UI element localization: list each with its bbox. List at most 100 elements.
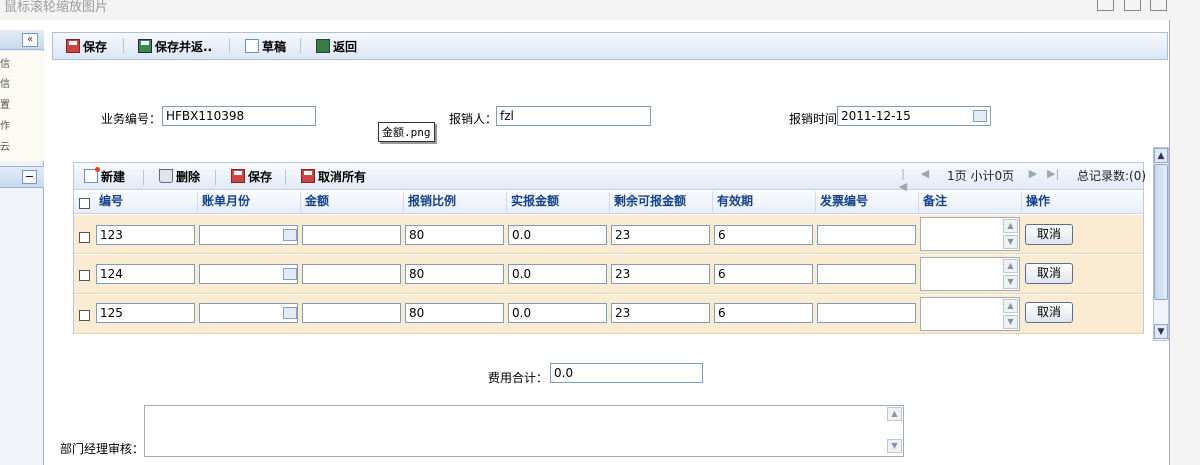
sidebar-item[interactable]: 作 [0, 117, 10, 132]
close-icon[interactable] [1150, 0, 1167, 11]
sidebar-collapse-button[interactable]: « [22, 33, 38, 47]
toolbar-divider [300, 38, 301, 53]
column-header[interactable]: 金额 [301, 191, 404, 214]
calendar-icon[interactable] [973, 110, 987, 122]
grid-cancel-all-label: 取消所有 [318, 169, 367, 184]
column-header[interactable]: 备注 [919, 191, 1022, 214]
back-icon [316, 39, 330, 53]
scroll-up-icon[interactable]: ▲ [1003, 299, 1018, 313]
dept-manager-textarea[interactable] [144, 405, 904, 457]
row-ratio-input[interactable] [405, 225, 504, 245]
column-header[interactable]: 操作 [1022, 191, 1143, 214]
save-icon [66, 39, 80, 53]
window-title: 鼠标滚轮缩放图片 [4, 0, 109, 15]
column-header[interactable]: 发票编号 [816, 191, 919, 214]
reporter-input[interactable] [496, 106, 651, 126]
biz-no-label: 业务编号： [101, 112, 162, 126]
grid-cancel-all-button[interactable]: 取消所有 [301, 167, 366, 185]
row-actual-input[interactable] [508, 303, 607, 323]
column-header[interactable]: 报销比例 [404, 191, 507, 214]
date-label: 报销时间 [789, 112, 838, 126]
row-cancel-button[interactable]: 取消 [1025, 224, 1073, 245]
grid-save-button[interactable]: 保存 [231, 167, 272, 185]
row-invoice-input[interactable] [817, 303, 916, 323]
row-cancel-button[interactable]: 取消 [1025, 263, 1073, 284]
first-page-icon[interactable]: |◀ [897, 167, 909, 193]
save-return-icon [138, 39, 152, 53]
sidebar-item[interactable]: 云 [0, 138, 10, 153]
row-invoice-input[interactable] [817, 225, 916, 245]
restore-icon[interactable] [1097, 0, 1114, 11]
save-and-return-button[interactable]: 保存并返.. [138, 37, 212, 55]
grid-delete-button[interactable]: 删除 [159, 167, 200, 185]
scroll-up-icon[interactable]: ▲ [1003, 259, 1018, 273]
scrollbar-thumb[interactable] [1154, 164, 1168, 300]
row-actual-input[interactable] [508, 225, 607, 245]
row-no-input[interactable] [96, 225, 195, 245]
scroll-down-icon[interactable]: ▼ [1003, 275, 1018, 289]
column-header[interactable]: 编号 [95, 191, 198, 214]
dept-manager-label: 部门经理审核： [60, 442, 145, 456]
row-validity-input[interactable] [714, 225, 813, 245]
row-ratio-input[interactable] [405, 264, 504, 284]
draft-button[interactable]: 草稿 [245, 37, 286, 55]
select-all-checkbox[interactable] [79, 198, 90, 209]
sidebar-item[interactable]: 信 [0, 75, 10, 90]
row-no-input[interactable] [96, 264, 195, 284]
row-checkbox[interactable] [79, 270, 90, 281]
back-button[interactable]: 返回 [316, 37, 357, 55]
window-titlebar [0, 0, 1200, 20]
toolbar-divider [143, 170, 144, 185]
prev-page-icon[interactable]: ◀ [919, 167, 931, 183]
row-ratio-input[interactable] [405, 303, 504, 323]
trash-icon [159, 169, 173, 183]
grid-save-label: 保存 [248, 169, 273, 184]
date-input[interactable] [837, 106, 991, 126]
grid-delete-label: 删除 [176, 169, 201, 184]
scroll-down-icon[interactable]: ▼ [1003, 315, 1018, 329]
row-cancel-button[interactable]: 取消 [1025, 302, 1073, 323]
column-header[interactable]: 账单月份 [198, 191, 301, 214]
scroll-up-icon[interactable]: ▲ [887, 407, 902, 421]
row-checkbox[interactable] [79, 232, 90, 243]
row-remaining-input[interactable] [611, 225, 710, 245]
column-header[interactable]: 有效期 [713, 191, 816, 214]
last-page-icon[interactable]: ▶| [1047, 167, 1059, 183]
pager-text: 1页 小计0页 [947, 169, 1015, 183]
column-header[interactable]: 实报金额 [507, 191, 610, 214]
sidebar-toggle-button[interactable]: − [22, 170, 37, 184]
calendar-icon[interactable] [283, 229, 297, 241]
sidebar-item[interactable]: 信 [0, 55, 10, 70]
document-icon [245, 39, 259, 53]
calendar-icon[interactable] [283, 307, 297, 319]
row-remaining-input[interactable] [611, 264, 710, 284]
row-validity-input[interactable] [714, 303, 813, 323]
row-remaining-input[interactable] [611, 303, 710, 323]
toolbar-divider [229, 38, 230, 53]
row-validity-input[interactable] [714, 264, 813, 284]
maximize-icon[interactable] [1124, 0, 1141, 11]
scroll-up-icon[interactable]: ▲ [1154, 148, 1168, 163]
row-amount-input[interactable] [302, 225, 401, 245]
row-invoice-input[interactable] [817, 264, 916, 284]
scroll-down-icon[interactable]: ▼ [1003, 235, 1018, 249]
row-no-input[interactable] [96, 303, 195, 323]
total-label: 费用合计： [488, 371, 549, 385]
sidebar-item[interactable]: 置 [0, 96, 10, 111]
scroll-down-icon[interactable]: ▼ [1154, 324, 1168, 339]
next-page-icon[interactable]: ▶ [1027, 167, 1039, 183]
save-icon [231, 169, 245, 183]
scroll-down-icon[interactable]: ▼ [887, 439, 902, 453]
row-amount-input[interactable] [302, 264, 401, 284]
total-input[interactable] [550, 363, 703, 383]
scroll-up-icon[interactable]: ▲ [1003, 219, 1018, 233]
main-toolbar [52, 32, 1168, 60]
calendar-icon[interactable] [283, 268, 297, 280]
row-actual-input[interactable] [508, 264, 607, 284]
column-header[interactable]: 剩余可报金额 [610, 191, 713, 214]
row-amount-input[interactable] [302, 303, 401, 323]
row-checkbox[interactable] [79, 310, 90, 321]
biz-no-input[interactable] [162, 106, 316, 126]
grid-new-button[interactable]: 新建 [84, 167, 125, 185]
save-button[interactable]: 保存 [66, 37, 107, 55]
